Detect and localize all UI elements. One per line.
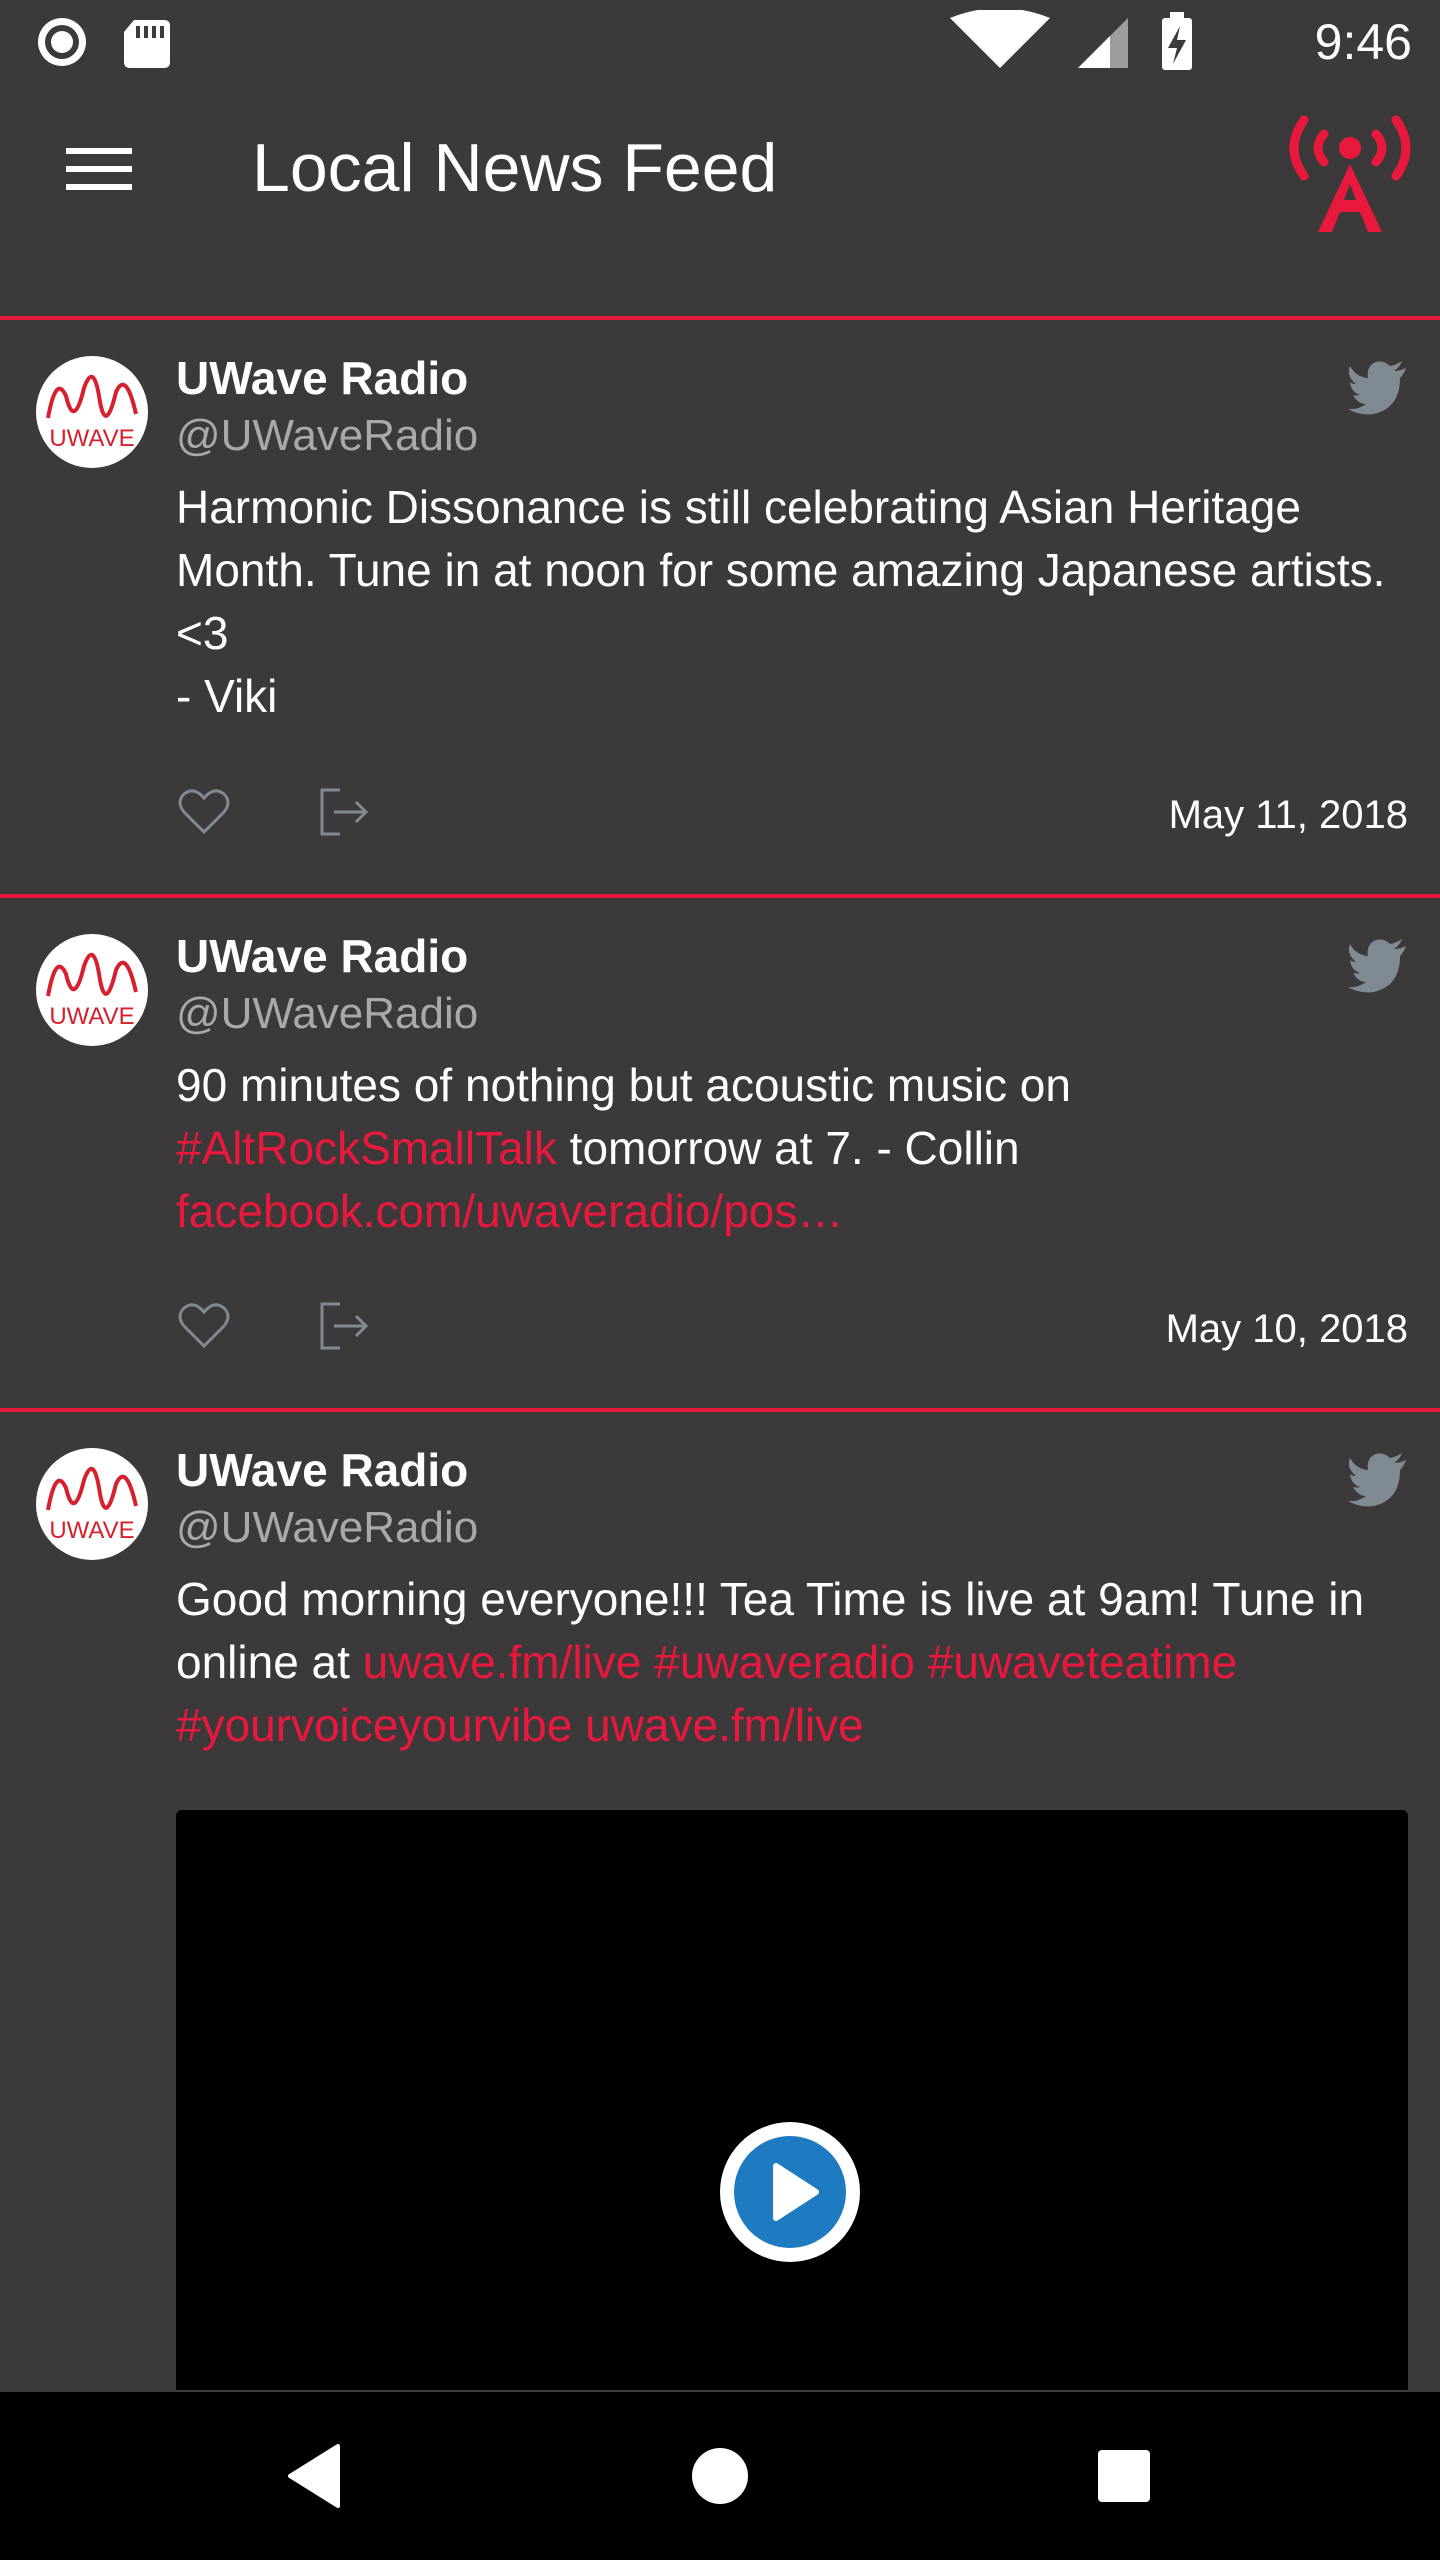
avatar[interactable]: UWAVE	[36, 934, 148, 1046]
feed-post: UWAVE UWave Radio @UWaveRadio 90 minutes…	[0, 894, 1440, 1408]
post-link[interactable]: uwave.fm/live	[363, 1636, 642, 1688]
post-link[interactable]: uwave.fm/live	[585, 1699, 864, 1751]
author-name[interactable]: UWave Radio	[176, 1442, 1408, 1498]
news-feed[interactable]: UWAVE UWave Radio @UWaveRadio Harmonic D…	[0, 316, 1440, 2390]
status-notification-icons	[38, 18, 170, 68]
post-text-segment	[572, 1699, 585, 1751]
post-link[interactable]: #uwaveradio	[654, 1636, 915, 1688]
video-player[interactable]	[176, 1810, 1408, 2390]
status-system-icons	[950, 8, 1192, 70]
post-text-segment: Harmonic Dissonance is still celebrating…	[176, 481, 1386, 659]
share-icon[interactable]	[316, 784, 372, 840]
post-text-segment: tomorrow at 7. - Collin	[556, 1122, 1020, 1174]
back-icon[interactable]	[276, 2436, 356, 2516]
avatar[interactable]: UWAVE	[36, 1448, 148, 1560]
wifi-icon	[950, 8, 1050, 68]
author-handle[interactable]: @UWaveRadio	[176, 406, 1408, 466]
post-text-segment: 90 minutes of nothing but acoustic music…	[176, 1059, 1071, 1111]
post-body: UWave Radio @UWaveRadio Good morning eve…	[176, 1442, 1408, 1757]
post-text-segment	[641, 1636, 654, 1688]
status-time: 9:46	[1314, 14, 1412, 70]
recents-icon[interactable]	[1084, 2436, 1164, 2516]
app-bar: Local News Feed	[0, 84, 1440, 316]
author-handle[interactable]: @UWaveRadio	[176, 984, 1408, 1044]
sd-card-icon	[124, 20, 170, 68]
play-button[interactable]	[720, 2122, 860, 2262]
feed-post: UWAVE UWave Radio @UWaveRadio Good morni…	[0, 1408, 1440, 2390]
post-link[interactable]: facebook.com/uwaveradio/pos…	[176, 1185, 843, 1237]
post-body: UWave Radio @UWaveRadio 90 minutes of no…	[176, 928, 1408, 1243]
feed-post: UWAVE UWave Radio @UWaveRadio Harmonic D…	[0, 316, 1440, 894]
heart-icon[interactable]	[176, 1298, 232, 1354]
status-bar: 9:46	[0, 0, 1440, 84]
radio-tower-icon[interactable]	[1280, 112, 1420, 240]
post-text: 90 minutes of nothing but acoustic music…	[176, 1054, 1408, 1243]
share-icon[interactable]	[316, 1298, 372, 1354]
post-link[interactable]: #yourvoiceyourvibe	[176, 1699, 572, 1751]
system-nav-bar	[0, 2392, 1440, 2560]
avatar-logo-text: UWAVE	[49, 425, 134, 452]
battery-charging-icon	[1162, 12, 1192, 70]
author-name[interactable]: UWave Radio	[176, 928, 1408, 984]
home-icon[interactable]	[680, 2436, 760, 2516]
avatar[interactable]: UWAVE	[36, 356, 148, 468]
hamburger-menu-icon[interactable]	[48, 124, 144, 212]
play-icon	[734, 2136, 846, 2248]
record-icon	[38, 18, 86, 66]
avatar-logo-text: UWAVE	[49, 1517, 134, 1544]
status-right-icons	[900, 8, 1240, 74]
page-title: Local News Feed	[252, 130, 778, 206]
post-actions: May 10, 2018	[176, 1298, 1408, 1368]
post-actions: May 11, 2018	[176, 784, 1408, 854]
post-text: Harmonic Dissonance is still celebrating…	[176, 476, 1408, 728]
post-text: Good morning everyone!!! Tea Time is liv…	[176, 1568, 1408, 1757]
post-date: May 10, 2018	[1165, 1307, 1408, 1351]
heart-icon[interactable]	[176, 784, 232, 840]
author-name[interactable]: UWave Radio	[176, 350, 1408, 406]
signal-icon	[1078, 18, 1128, 68]
post-link[interactable]: #AltRockSmallTalk	[176, 1122, 557, 1174]
post-text-segment	[915, 1636, 928, 1688]
avatar-logo-text: UWAVE	[49, 1003, 134, 1030]
author-handle[interactable]: @UWaveRadio	[176, 1498, 1408, 1558]
post-body: UWave Radio @UWaveRadio Harmonic Dissona…	[176, 350, 1408, 728]
post-link[interactable]: #uwaveteatime	[928, 1636, 1237, 1688]
status-left-icons	[36, 16, 236, 77]
post-text-segment: - Viki	[176, 670, 278, 722]
post-date: May 11, 2018	[1168, 793, 1408, 837]
